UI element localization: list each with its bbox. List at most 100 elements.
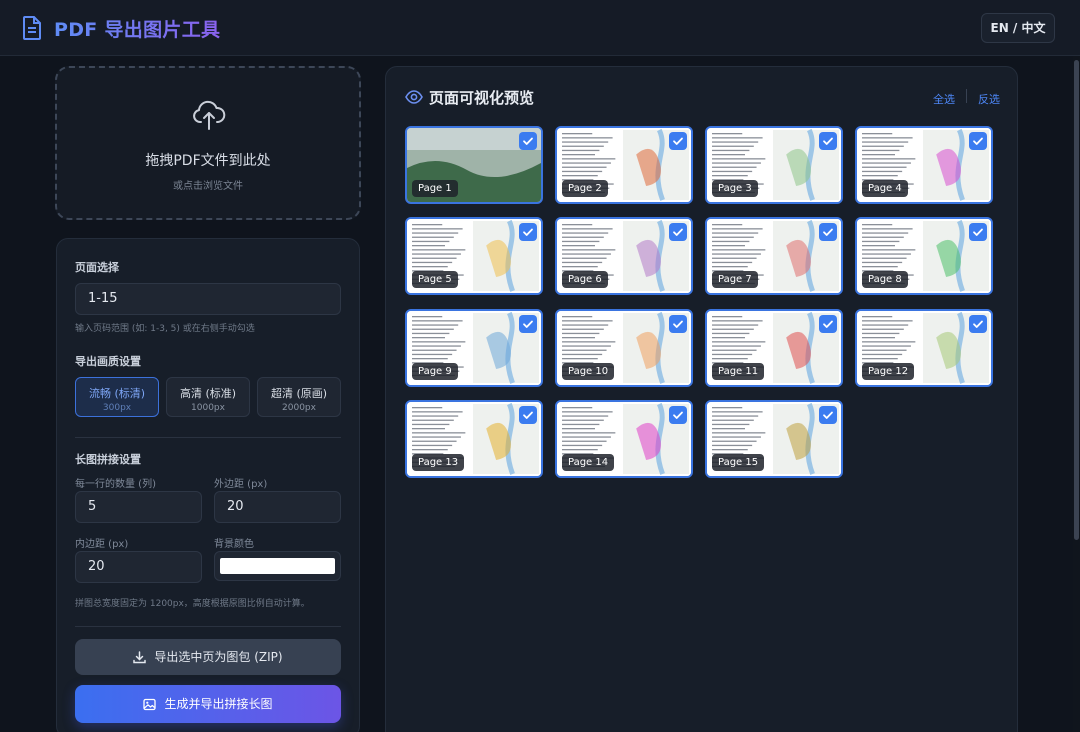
- section-divider: [75, 437, 341, 438]
- page-thumbnail[interactable]: Page 4: [855, 126, 993, 204]
- quality-label: 导出画质设置: [75, 355, 141, 368]
- page-label: Page 6: [562, 271, 608, 288]
- checkmark-icon: [823, 411, 833, 419]
- checkmark-icon: [973, 320, 983, 328]
- page-label: Page 14: [562, 454, 615, 471]
- pdf-drop-zone[interactable]: 拖拽PDF文件到此处 或点击浏览文件: [55, 66, 361, 220]
- checkmark-icon: [673, 137, 683, 145]
- quality-option-name: 高清 (标准): [179, 387, 237, 400]
- bg-color-swatch: [220, 558, 335, 574]
- eye-icon: [405, 90, 423, 104]
- per-row-label: 每一行的数量 (列): [75, 479, 156, 490]
- page-thumbnail[interactable]: Page 3: [705, 126, 843, 204]
- export-long-image-label: 生成并导出拼接长图: [164, 697, 273, 711]
- page-thumbnail[interactable]: Page 15: [705, 400, 843, 478]
- page-label: Page 11: [712, 363, 765, 380]
- bg-color-picker[interactable]: [214, 551, 341, 581]
- export-zip-button[interactable]: 导出选中页为图包 (ZIP): [75, 639, 341, 675]
- invert-selection-link[interactable]: 反选: [978, 91, 1000, 107]
- per-row-input[interactable]: 5: [75, 491, 202, 523]
- page-thumbnail[interactable]: Page 13: [405, 400, 543, 478]
- outer-margin-input[interactable]: 20: [214, 491, 341, 523]
- page-thumbnail[interactable]: Page 1: [405, 126, 543, 204]
- page-thumbnail[interactable]: Page 14: [555, 400, 693, 478]
- page-thumbnail[interactable]: Page 8: [855, 217, 993, 295]
- download-icon: [133, 651, 147, 664]
- app-title: PDF 导出图片工具: [54, 15, 220, 42]
- preview-panel: 页面可视化预览 全选 反选 Page 1 Page 2 Page 3 Page 4 Pa…: [385, 66, 1018, 732]
- bg-color-label: 背景颜色: [214, 539, 254, 550]
- inner-margin-label: 内边距 (px): [75, 539, 129, 550]
- page-checkbox[interactable]: [969, 132, 987, 150]
- page-range-hint: 输入页码范围 (如: 1-3, 5) 或在右侧手动勾选: [75, 324, 255, 334]
- page-checkbox[interactable]: [819, 406, 837, 424]
- page-label: Page 1: [412, 180, 458, 197]
- checkmark-icon: [673, 228, 683, 236]
- stitch-hint: 拼图总宽度固定为 1200px，高度根据原图比例自动计算。: [75, 599, 310, 609]
- page-thumbnail[interactable]: Page 12: [855, 309, 993, 387]
- page-checkbox[interactable]: [669, 223, 687, 241]
- page-label: Page 2: [562, 180, 608, 197]
- page-select-label: 页面选择: [75, 261, 119, 274]
- page-thumbnail[interactable]: Page 6: [555, 217, 693, 295]
- page-label: Page 3: [712, 180, 758, 197]
- page-checkbox[interactable]: [669, 315, 687, 333]
- select-separator: [966, 89, 967, 103]
- checkmark-icon: [823, 320, 833, 328]
- page-checkbox[interactable]: [819, 223, 837, 241]
- page-thumbnail[interactable]: Page 2: [555, 126, 693, 204]
- page-checkbox[interactable]: [969, 315, 987, 333]
- page-label: Page 10: [562, 363, 615, 380]
- quality-option-resolution: 1000px: [191, 403, 225, 413]
- quality-option-hd[interactable]: 高清 (标准) 1000px: [166, 377, 250, 417]
- export-long-image-button[interactable]: 生成并导出拼接长图: [75, 685, 341, 723]
- quality-option-resolution: 2000px: [282, 403, 316, 413]
- page-label: Page 5: [412, 271, 458, 288]
- quality-option-uhd[interactable]: 超清 (原画) 2000px: [257, 377, 341, 417]
- app-header: PDF 导出图片工具 EN / 中文: [0, 0, 1080, 56]
- checkmark-icon: [523, 411, 533, 419]
- page-label: Page 13: [412, 454, 465, 471]
- quality-option-smooth[interactable]: 流畅 (标清) 300px: [75, 377, 159, 417]
- page-range-input[interactable]: 1-15: [75, 283, 341, 315]
- stitch-settings-label: 长图拼接设置: [75, 453, 141, 466]
- cloud-upload-icon: [193, 100, 226, 130]
- page-checkbox[interactable]: [519, 315, 537, 333]
- page-thumbnail[interactable]: Page 5: [405, 217, 543, 295]
- scrollbar-thumb[interactable]: [1074, 60, 1079, 540]
- browse-files-link[interactable]: 或点击浏览文件: [57, 177, 359, 192]
- quality-option-name: 超清 (原画): [270, 387, 328, 400]
- image-icon: [143, 698, 157, 711]
- page-label: Page 12: [862, 363, 915, 380]
- quality-option-resolution: 300px: [102, 403, 132, 413]
- page-thumbnail[interactable]: Page 10: [555, 309, 693, 387]
- section-divider: [75, 626, 341, 627]
- document-icon: [23, 16, 41, 40]
- checkmark-icon: [973, 137, 983, 145]
- page-label: Page 7: [712, 271, 758, 288]
- checkmark-icon: [523, 228, 533, 236]
- page-checkbox[interactable]: [669, 132, 687, 150]
- inner-margin-input[interactable]: 20: [75, 551, 202, 583]
- page-thumbnail[interactable]: Page 9: [405, 309, 543, 387]
- outer-margin-label: 外边距 (px): [214, 479, 268, 490]
- checkmark-icon: [973, 228, 983, 236]
- page-label: Page 4: [862, 180, 908, 197]
- page-checkbox[interactable]: [819, 315, 837, 333]
- settings-panel: 页面选择 1-15 输入页码范围 (如: 1-3, 5) 或在右侧手动勾选 导出…: [56, 238, 360, 732]
- page-thumbnail[interactable]: Page 11: [705, 309, 843, 387]
- select-all-link[interactable]: 全选: [933, 91, 955, 107]
- page-label: Page 9: [412, 363, 458, 380]
- page-checkbox[interactable]: [519, 406, 537, 424]
- page-checkbox[interactable]: [969, 223, 987, 241]
- preview-title: 页面可视化预览: [429, 89, 535, 107]
- page-checkbox[interactable]: [669, 406, 687, 424]
- page-label: Page 8: [862, 271, 908, 288]
- page-checkbox[interactable]: [519, 132, 537, 150]
- checkmark-icon: [523, 137, 533, 145]
- page-checkbox[interactable]: [819, 132, 837, 150]
- page-label: Page 15: [712, 454, 765, 471]
- page-thumbnail[interactable]: Page 7: [705, 217, 843, 295]
- language-toggle-button[interactable]: EN / 中文: [981, 13, 1055, 43]
- page-checkbox[interactable]: [519, 223, 537, 241]
